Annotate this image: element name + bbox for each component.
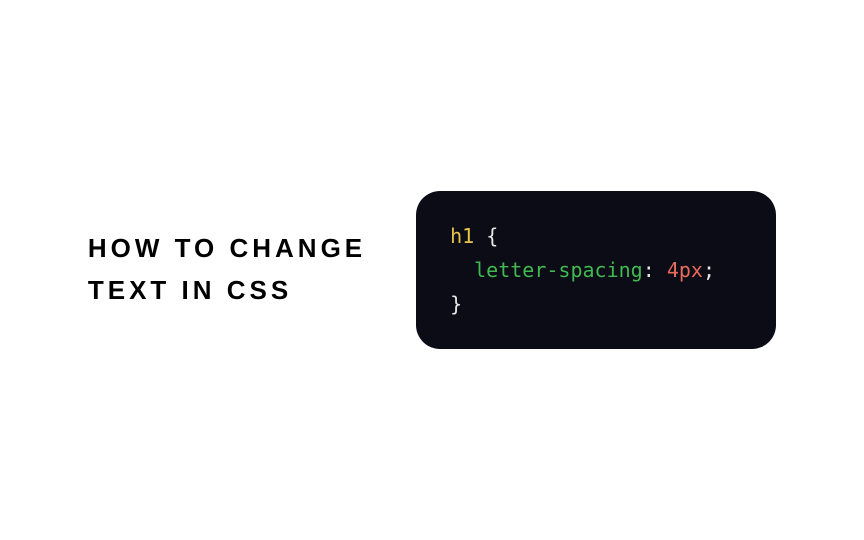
code-line-2: letter-spacing: 4px;: [450, 253, 742, 287]
code-line-3: }: [450, 287, 742, 321]
css-selector: h1: [450, 224, 474, 248]
colon: :: [643, 258, 667, 282]
semicolon: ;: [703, 258, 715, 282]
code-line-1: h1 {: [450, 219, 742, 253]
heading-line-1: How to change: [88, 228, 366, 270]
close-brace: }: [450, 292, 462, 316]
css-value: 4px: [667, 258, 703, 282]
css-property: letter-spacing: [474, 258, 643, 282]
heading-line-2: text in CSS: [88, 270, 366, 312]
code-snippet: h1 { letter-spacing: 4px; }: [416, 191, 776, 349]
tutorial-heading: How to change text in CSS: [88, 228, 366, 311]
open-brace: {: [474, 224, 498, 248]
